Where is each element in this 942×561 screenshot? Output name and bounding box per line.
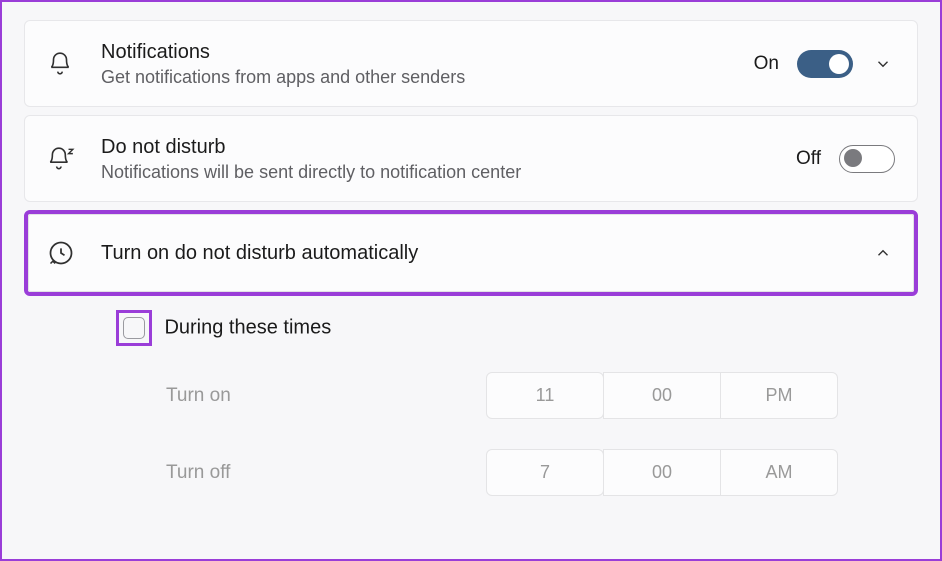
turn-on-hour[interactable]: 11 [486, 372, 604, 419]
turn-on-row: Turn on 11 00 PM [116, 372, 896, 419]
clock-loop-icon [47, 239, 83, 267]
turn-on-minute[interactable]: 00 [603, 372, 721, 419]
dnd-toggle[interactable] [839, 145, 895, 173]
dnd-subtitle: Notifications will be sent directly to n… [101, 162, 796, 183]
chevron-down-icon[interactable] [871, 52, 895, 76]
auto-dnd-row[interactable]: Turn on do not disturb automatically [28, 214, 914, 292]
during-times-checkbox-highlight [116, 310, 152, 346]
notifications-row[interactable]: Notifications Get notifications from app… [24, 20, 918, 107]
during-times-checkbox[interactable] [123, 317, 145, 339]
turn-off-hour[interactable]: 7 [486, 449, 604, 496]
auto-dnd-highlight: Turn on do not disturb automatically [24, 210, 918, 296]
auto-dnd-title: Turn on do not disturb automatically [101, 240, 871, 266]
dnd-state-label: Off [796, 148, 821, 170]
turn-on-ampm[interactable]: PM [720, 372, 838, 419]
bell-snooze-icon [47, 146, 83, 172]
turn-off-minute[interactable]: 00 [603, 449, 721, 496]
turn-off-label: Turn off [116, 462, 486, 484]
chevron-up-icon[interactable] [871, 241, 895, 265]
during-times-label: During these times [164, 317, 331, 339]
turn-off-ampm[interactable]: AM [720, 449, 838, 496]
notifications-subtitle: Get notifications from apps and other se… [101, 67, 754, 88]
dnd-title: Do not disturb [101, 134, 796, 160]
notifications-state-label: On [754, 53, 779, 75]
turn-off-row: Turn off 7 00 AM [116, 449, 896, 496]
dnd-row[interactable]: Do not disturb Notifications will be sen… [24, 115, 918, 202]
schedule-section: During these times Turn on 11 00 PM Turn… [24, 296, 918, 496]
during-times-row: During these times [116, 310, 896, 346]
notifications-title: Notifications [101, 39, 754, 65]
bell-icon [47, 51, 83, 77]
turn-on-label: Turn on [116, 385, 486, 407]
notifications-toggle[interactable] [797, 50, 853, 78]
